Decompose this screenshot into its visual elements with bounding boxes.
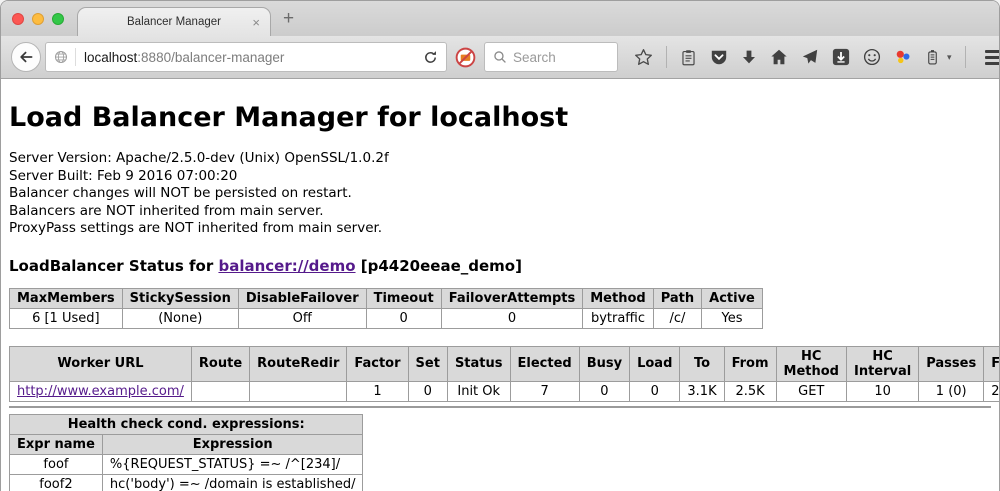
paper-plane-icon[interactable] <box>801 48 819 66</box>
balancer-demo-link[interactable]: balancer://demo <box>218 257 355 275</box>
window-controls <box>12 13 64 25</box>
table-header-row: Expr name Expression <box>10 434 363 454</box>
menu-hamburger-icon[interactable] <box>985 50 1000 65</box>
health-table-caption: Health check cond. expressions: <box>10 414 363 434</box>
close-window-button[interactable] <box>12 13 24 25</box>
browser-tab[interactable]: Balancer Manager × <box>77 7 271 36</box>
health-check-table: Health check cond. expressions: Expr nam… <box>9 414 363 491</box>
page-content: Load Balancer Manager for localhost Serv… <box>1 79 999 491</box>
colored-dots-extension-icon[interactable] <box>894 48 912 66</box>
clipboard-icon[interactable] <box>680 49 697 66</box>
urlbar-divider <box>75 48 76 66</box>
worker-row: http://www.example.com/ 1 0 Init Ok 7 0 … <box>10 381 1000 401</box>
url-bar[interactable]: localhost:8880/balancer-manager <box>45 42 447 72</box>
smiley-extension-icon[interactable] <box>863 48 881 66</box>
browser-window: Balancer Manager × + localhost:8880/bala… <box>0 0 1000 491</box>
expr-name: foof <box>10 454 103 474</box>
server-info: Server Version: Apache/2.5.0-dev (Unix) … <box>9 150 991 238</box>
downloads-icon[interactable] <box>741 49 757 65</box>
pocket-icon[interactable] <box>710 48 728 66</box>
worker-table: Worker URL Route RouteRedir Factor Set S… <box>9 346 999 402</box>
toolbar-divider <box>666 46 667 68</box>
toolbar-icons: ▾ <box>634 46 1000 68</box>
server-version-line: Server Version: Apache/2.5.0-dev (Unix) … <box>9 150 991 168</box>
tab-strip: Balancer Manager × + <box>1 1 999 36</box>
balancers-notice-line: Balancers are NOT inherited from main se… <box>9 203 991 221</box>
expr-value: %{REQUEST_STATUS} =~ /^[234]/ <box>102 454 363 474</box>
page-title: Load Balancer Manager for localhost <box>9 79 991 133</box>
bookmark-star-icon[interactable] <box>634 48 653 67</box>
tab-title: Balancer Manager <box>127 16 221 28</box>
server-built-line: Server Built: Feb 9 2016 07:00:20 <box>9 168 991 186</box>
search-bar[interactable] <box>484 42 618 72</box>
url-path-text: :8880/balancer-manager <box>137 50 284 65</box>
balancer-summary-table: MaxMembers StickySession DisableFailover… <box>9 288 763 329</box>
expr-name: foof2 <box>10 474 103 491</box>
table-header-row: Worker URL Route RouteRedir Factor Set S… <box>10 346 1000 381</box>
back-button[interactable] <box>11 42 41 72</box>
search-icon <box>493 50 507 64</box>
new-tab-button[interactable]: + <box>283 8 294 30</box>
section-divider <box>9 406 991 408</box>
reload-icon[interactable] <box>423 50 438 65</box>
table-caption-row: Health check cond. expressions: <box>10 414 363 434</box>
search-input[interactable] <box>513 50 603 65</box>
table-row: foof %{REQUEST_STATUS} =~ /^[234]/ <box>10 454 363 474</box>
url-domain-text: localhost <box>84 50 137 65</box>
site-globe-icon <box>54 50 68 64</box>
tab-close-icon[interactable]: × <box>252 15 260 30</box>
table-header-row: MaxMembers StickySession DisableFailover… <box>10 288 763 308</box>
back-arrow-icon <box>18 49 34 65</box>
worker-url-link[interactable]: http://www.example.com/ <box>17 384 184 399</box>
zoom-window-button[interactable] <box>52 13 64 25</box>
minimize-window-button[interactable] <box>32 13 44 25</box>
proxypass-notice-line: ProxyPass settings are NOT inherited fro… <box>9 220 991 238</box>
toolbar-divider <box>965 46 966 68</box>
overflow-caret-icon[interactable]: ▾ <box>947 52 952 63</box>
persist-notice-line: Balancer changes will NOT be persisted o… <box>9 185 991 203</box>
loadbalancer-status-heading: LoadBalancer Status for balancer://demo … <box>9 257 991 275</box>
video-download-extension-icon[interactable] <box>832 48 850 66</box>
navigation-toolbar: localhost:8880/balancer-manager <box>1 36 999 79</box>
table-row: 6 [1 Used] (None) Off 0 0 bytraffic /c/ … <box>10 308 763 328</box>
plugin-blocked-icon[interactable] <box>455 47 476 68</box>
expr-value: hc('body') =~ /domain is established/ <box>102 474 363 491</box>
battery-extension-icon[interactable] <box>925 49 940 66</box>
home-icon[interactable] <box>770 48 788 66</box>
table-row: foof2 hc('body') =~ /domain is establish… <box>10 474 363 491</box>
